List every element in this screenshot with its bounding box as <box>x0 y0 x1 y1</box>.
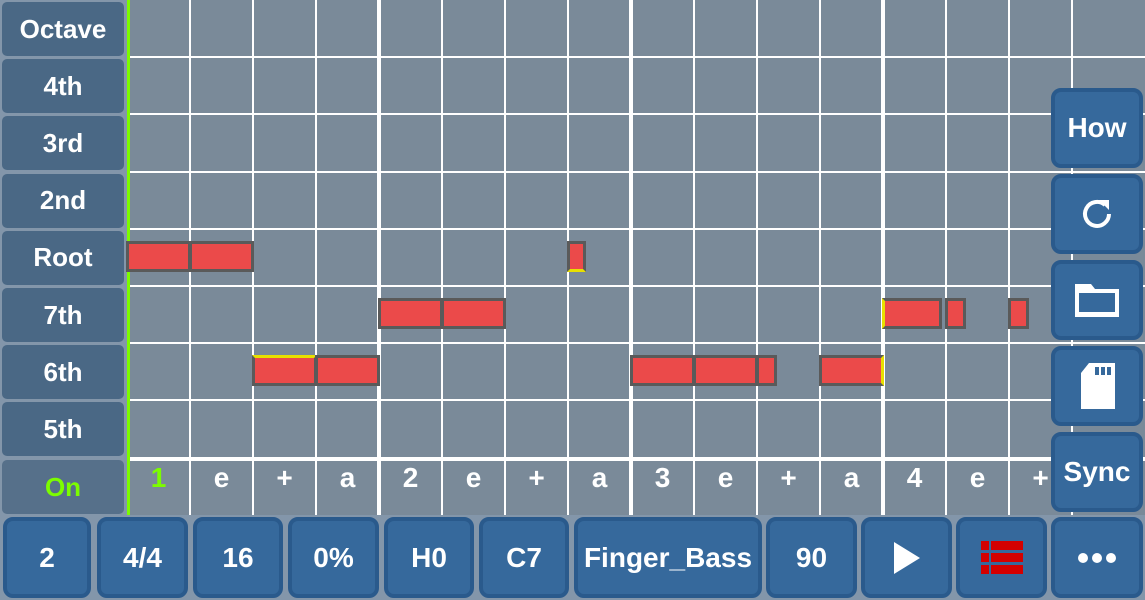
h-button[interactable]: H0 <box>384 517 474 598</box>
grid-row-line <box>127 170 1145 173</box>
tempo-button[interactable]: 90 <box>766 517 857 598</box>
tempo-value: 90 <box>795 541 828 573</box>
note-block[interactable] <box>693 355 758 387</box>
chord-value: C7 <box>506 541 542 573</box>
refresh-icon <box>1083 199 1111 228</box>
step-label: a <box>591 462 608 493</box>
on-label: On <box>44 471 82 502</box>
grid-column-line <box>629 0 633 515</box>
note-block[interactable] <box>378 298 443 329</box>
step-label: a <box>339 462 356 493</box>
grid-row-line <box>127 456 1145 461</box>
play-button[interactable] <box>861 517 952 598</box>
note-block[interactable] <box>819 355 884 387</box>
note-block[interactable] <box>882 298 942 329</box>
note-block[interactable] <box>441 298 506 329</box>
row-label-3rd[interactable]: 3rd <box>2 116 124 171</box>
instrument-value: Finger_Bass <box>583 541 753 573</box>
grid-row-line <box>127 342 1145 345</box>
swing-value: 0% <box>313 541 354 573</box>
grid-column-line <box>756 0 758 515</box>
time-signature-value: 4/4 <box>123 541 162 573</box>
step-label: a <box>843 462 860 493</box>
grid-column-line <box>504 0 506 515</box>
row-label-7th[interactable]: 7th <box>2 288 124 342</box>
step-label: + <box>276 462 293 493</box>
grid-row-line <box>127 285 1145 287</box>
bars-value: 2 <box>39 541 55 573</box>
play-icon <box>893 541 920 574</box>
time-signature-button[interactable]: 4/4 <box>97 517 188 598</box>
step-label: + <box>528 462 545 493</box>
step-grid[interactable]: 1e+a2e+a3e+a4e+a <box>126 0 1145 515</box>
list-icon <box>980 540 1023 574</box>
grid-column-line <box>819 0 821 515</box>
row-label-root[interactable]: Root <box>2 230 124 285</box>
note-block[interactable] <box>252 355 317 387</box>
note-block[interactable] <box>756 355 777 387</box>
grid-column-line <box>1008 0 1010 515</box>
note-block[interactable] <box>945 298 966 329</box>
more-icon <box>1078 552 1116 563</box>
note-block[interactable] <box>315 355 380 387</box>
grid-column-line <box>881 0 885 515</box>
grid-column-line <box>945 0 947 515</box>
note-block[interactable] <box>630 355 695 387</box>
save-button[interactable] <box>1051 346 1143 426</box>
swing-button[interactable]: 0% <box>288 517 379 598</box>
row-label-2nd[interactable]: 2nd <box>2 173 124 228</box>
row-label-5th[interactable]: 5th <box>2 402 124 457</box>
how-button[interactable]: How <box>1051 88 1143 168</box>
steps-button[interactable]: 16 <box>193 517 283 598</box>
bars-button[interactable]: 2 <box>3 517 91 598</box>
open-folder-button[interactable] <box>1051 260 1143 340</box>
step-label: e <box>969 462 986 493</box>
note-block[interactable] <box>1008 298 1029 329</box>
steps-value: 16 <box>222 541 254 573</box>
row-label-4th[interactable]: 4th <box>2 59 124 114</box>
sync-button[interactable]: Sync <box>1051 432 1143 512</box>
grid-column-line <box>315 0 317 515</box>
step-label: 3 <box>654 462 671 493</box>
grid-row-line <box>127 227 1145 230</box>
step-label: e <box>213 462 230 493</box>
on-toggle[interactable]: On <box>2 460 124 514</box>
grid-column-line <box>693 0 695 515</box>
row-label-octave[interactable]: Octave <box>2 2 124 56</box>
grid-row-line <box>127 113 1145 116</box>
step-label: 2 <box>402 462 419 493</box>
note-block[interactable] <box>567 240 586 272</box>
step-label: + <box>780 462 797 493</box>
grid-row-line <box>127 399 1145 402</box>
grid-row-line <box>127 56 1145 59</box>
step-label: 1 <box>150 462 167 493</box>
note-block[interactable] <box>126 240 191 272</box>
step-label: 4 <box>906 462 923 493</box>
sd-card-icon <box>1081 363 1115 409</box>
step-label: e <box>465 462 482 493</box>
note-block[interactable] <box>189 240 254 272</box>
refresh-button[interactable] <box>1051 174 1143 254</box>
step-label: e <box>717 462 734 493</box>
instrument-button[interactable]: Finger_Bass <box>574 517 762 598</box>
folder-icon <box>1075 284 1119 317</box>
row-label-6th[interactable]: 6th <box>2 345 124 400</box>
chord-button[interactable]: C7 <box>479 517 569 598</box>
how-label: How <box>1067 112 1127 143</box>
more-button[interactable] <box>1051 517 1143 598</box>
h-value: H0 <box>411 541 447 573</box>
sync-label: Sync <box>1063 456 1131 487</box>
grid-column-line <box>377 0 381 515</box>
pattern-list-button[interactable] <box>956 517 1047 598</box>
grid-column-line <box>441 0 443 515</box>
